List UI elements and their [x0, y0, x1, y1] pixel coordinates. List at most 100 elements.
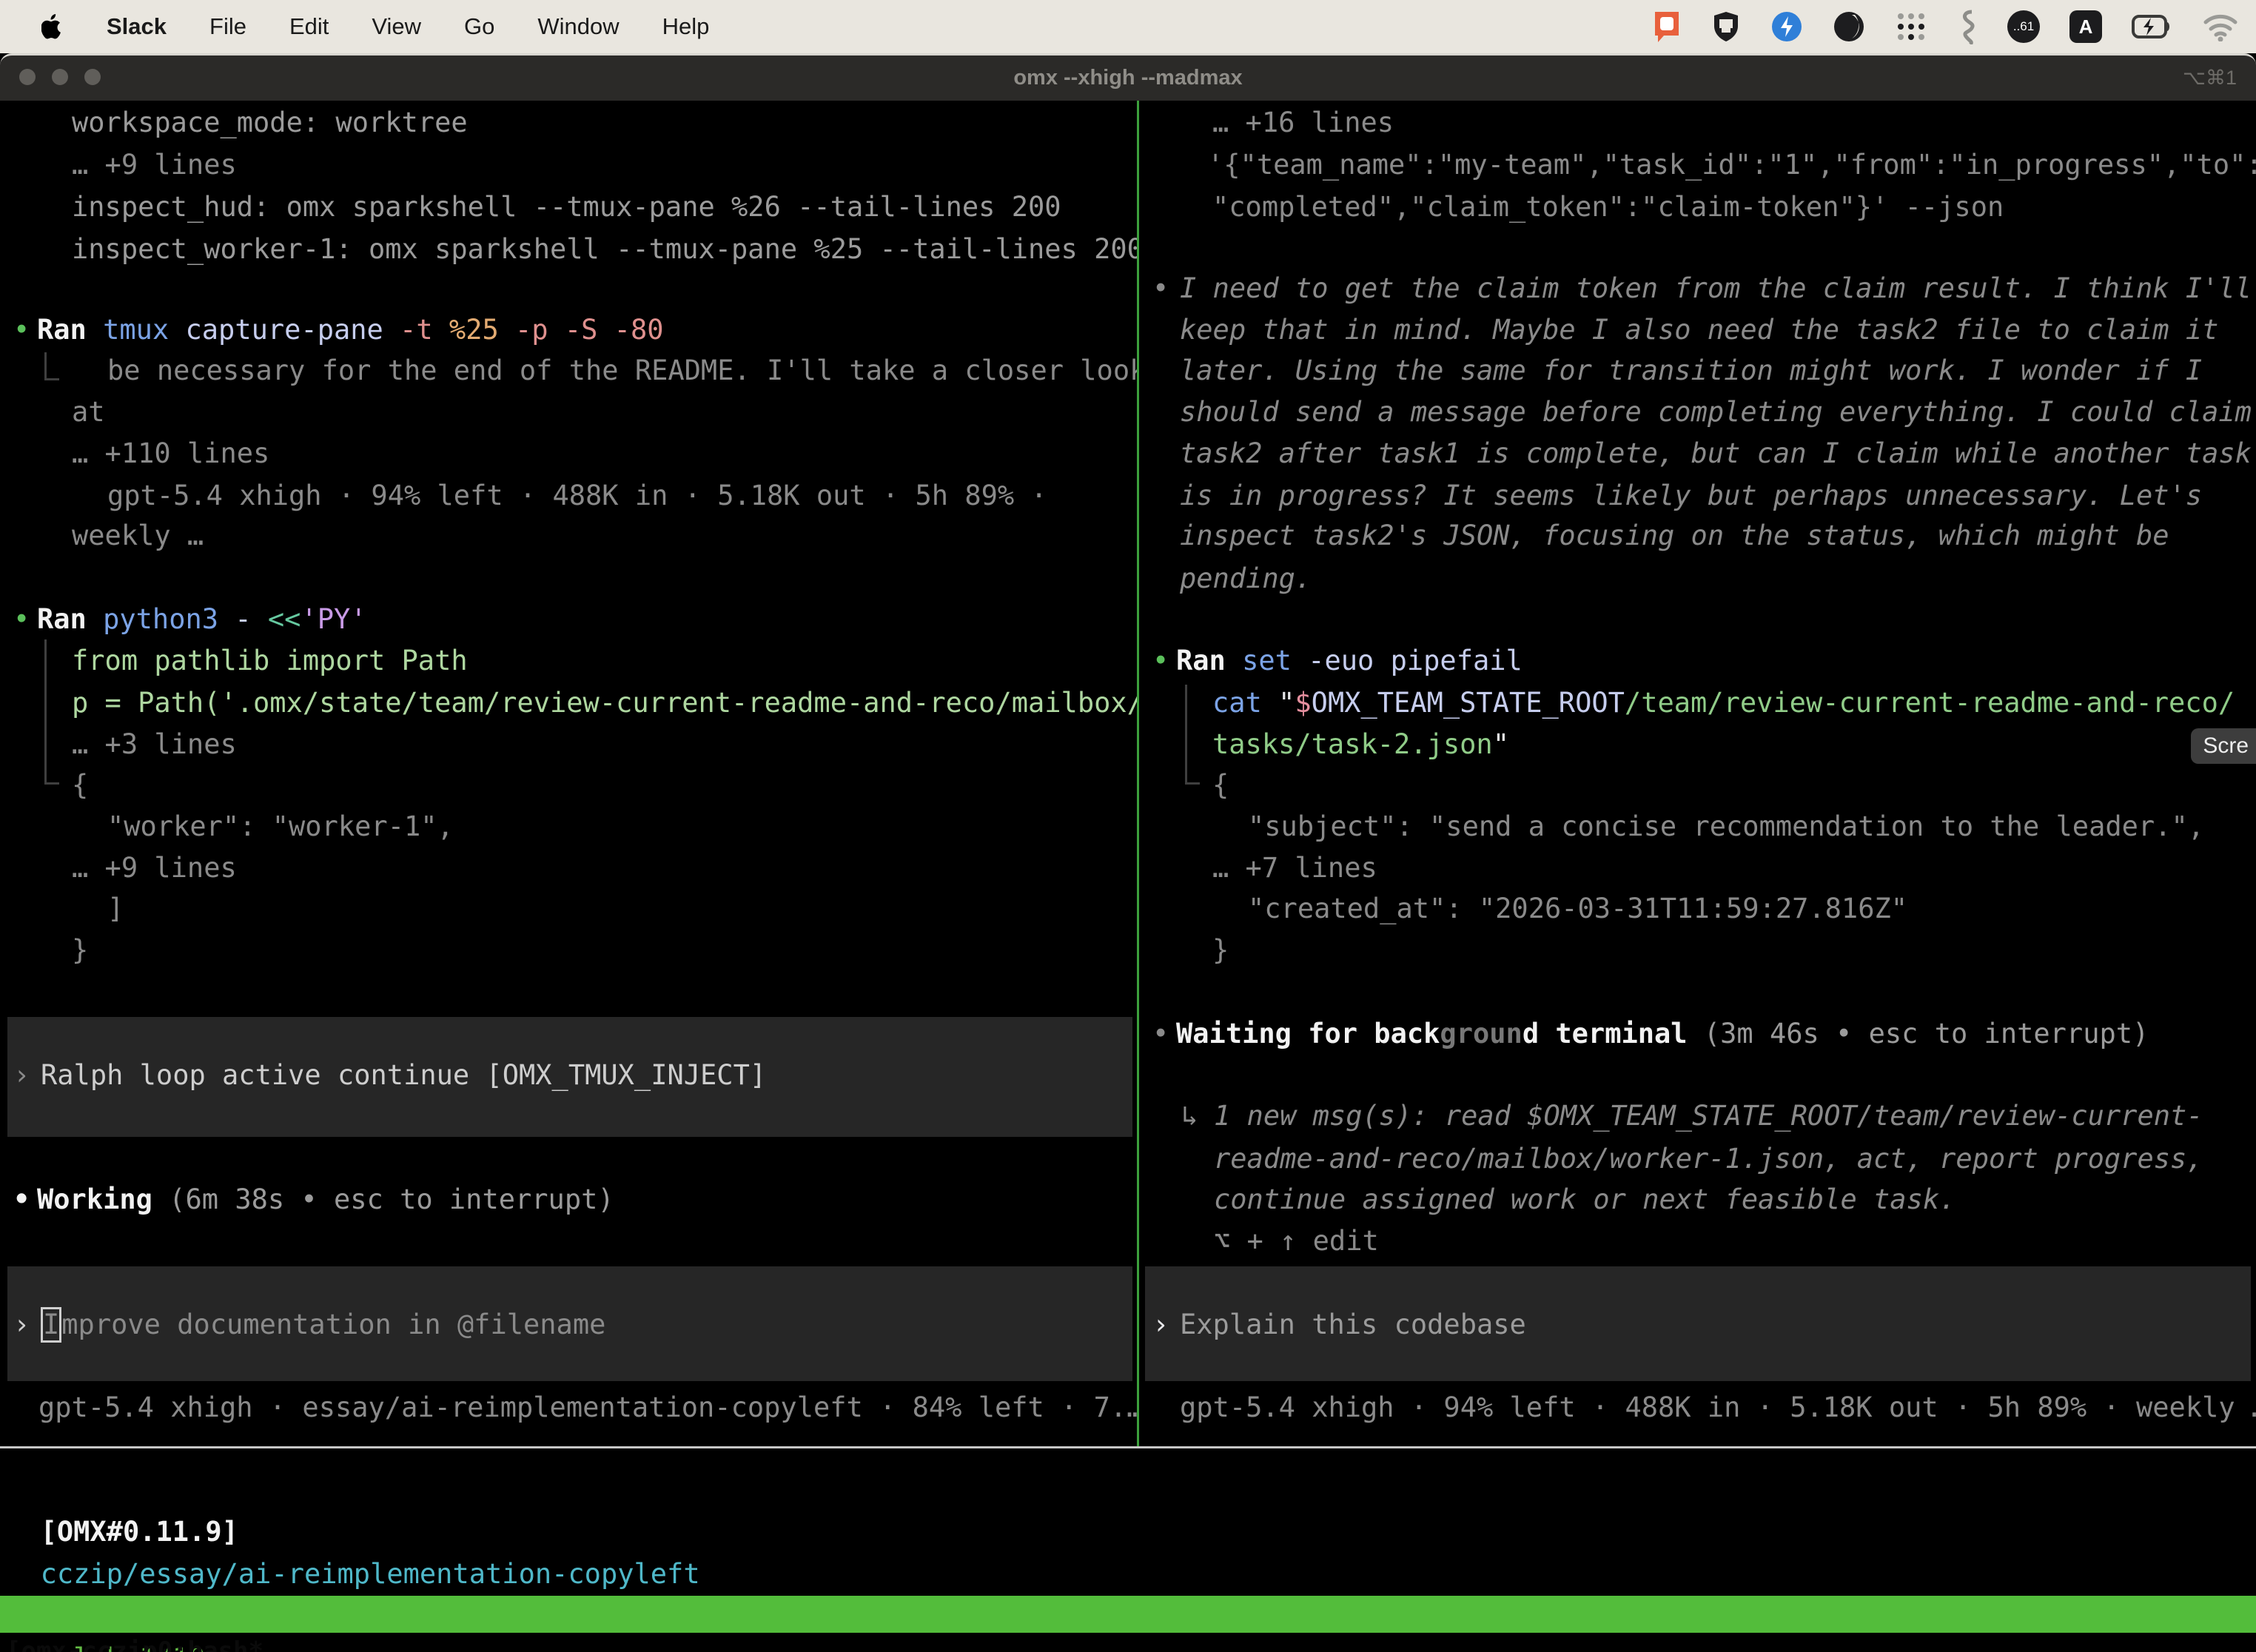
menubar-a-badge[interactable]: A — [2069, 10, 2102, 43]
code-line: from pathlib import Path — [72, 639, 468, 682]
prompt-chevron-icon: › — [13, 1303, 30, 1346]
screen-share-overlay[interactable]: Scre — [2191, 728, 2256, 764]
command-line-set: • Ran set -euo pipefail — [1139, 639, 1523, 682]
menu-app-name[interactable]: Slack — [107, 13, 167, 40]
session-status-line: gpt-5.4 xhigh · essay/ai-reimplementatio… — [38, 1386, 1137, 1428]
terminal-line: "worker": "worker-1", — [107, 805, 454, 847]
terminal: workspace_mode: worktree … +9 lines insp… — [0, 101, 2256, 1652]
prompt-placeholder: mprove documentation in @filename — [61, 1303, 605, 1346]
terminal-line: } — [72, 929, 88, 971]
terminal-line: workspace_mode: worktree — [72, 101, 468, 144]
terminal-line: inspect_worker-1: omx sparkshell --tmux-… — [72, 228, 1137, 270]
prompt-chevron-icon: › — [1152, 1303, 1169, 1346]
terminal-line: … +16 lines — [1212, 101, 1394, 144]
window-title: omx --xhigh --madmax — [0, 56, 2256, 103]
omx-branch: cczip/essay/ai-reimplementation-copyleft — [41, 1558, 700, 1590]
command-line-cat-cont: tasks/task-2.json " — [1212, 723, 1509, 765]
thinking-line: is in progress? It seems likely but perh… — [1180, 474, 2202, 517]
menu-edit[interactable]: Edit — [289, 13, 329, 40]
waiting-label: Waiting for back — [1176, 1013, 1440, 1055]
screen-recording-indicator-icon[interactable] — [1652, 9, 1682, 44]
pane-hud[interactable]: workspace_mode: worktree … +9 lines insp… — [0, 101, 1137, 1448]
dots-grid-icon[interactable] — [1895, 10, 1927, 43]
heredoc-tag: 'PY' — [301, 598, 366, 640]
battery-icon[interactable] — [2132, 10, 2173, 43]
terminal-line: gpt-5.4 xhigh · 94% left · 488K in · 5.1… — [107, 474, 1047, 517]
prompt-input-line[interactable]: › Explain this codebase — [1139, 1303, 1526, 1346]
menu-file[interactable]: File — [209, 13, 246, 40]
env-var-name: OMX_TEAM_STATE_ROOT — [1312, 682, 1625, 724]
output-corner-guide — [44, 352, 59, 380]
run-bullet: • — [13, 598, 30, 640]
thinking-bullet: • — [1152, 267, 1169, 309]
menu-view[interactable]: View — [372, 13, 421, 40]
terminal-line: "completed","claim_token":"claim-token"}… — [1212, 186, 2004, 228]
terminal-line: '{"team_name":"my-team","task_id":"1","f… — [1207, 144, 2256, 186]
menu-go[interactable]: Go — [464, 13, 494, 40]
shield-grid-icon[interactable] — [1711, 10, 1741, 43]
waiting-status-line: • Waiting for back groun d terminal (3m … — [1139, 1013, 2149, 1055]
pane-worker[interactable]: … +16 lines '{"team_name":"my-team","tas… — [1139, 101, 2256, 1448]
terminal-line: { — [1212, 764, 1229, 806]
crescent-circle-icon[interactable] — [1833, 10, 1865, 43]
waiting-label-shimmer: groun — [1440, 1013, 1522, 1055]
command-arg: capture-pane — [186, 309, 400, 351]
terminal-line: … +9 lines — [72, 847, 237, 889]
session-status-line: gpt-5.4 xhigh · 94% left · 488K in · 5.1… — [1180, 1386, 2256, 1428]
tmux-status-bar[interactable]: [omx-cczip0:bash* "MacBook-Pro-44.local"… — [0, 1596, 2256, 1633]
ran-label: Ran — [37, 309, 103, 351]
command-name: set — [1242, 639, 1308, 682]
heredoc-operator: << — [268, 598, 301, 640]
menubar: Slack File Edit View Go Window Help ..61… — [0, 0, 2256, 53]
apple-menu-icon[interactable] — [41, 13, 64, 40]
run-bullet: • — [1152, 639, 1169, 682]
ralph-status-text: Ralph loop active continue [OMX_TMUX_INJ… — [41, 1054, 766, 1096]
terminal-line: … +9 lines — [72, 144, 237, 186]
working-status-line: • Working (6m 38s • esc to interrupt) — [0, 1178, 614, 1220]
thinking-line: later. Using the same for transition mig… — [1180, 349, 2202, 392]
ralph-status-line: › Ralph loop active continue [OMX_TMUX_I… — [0, 1054, 766, 1096]
working-meta: (6m 38s • esc to interrupt) — [152, 1178, 614, 1220]
terminal-line: "created_at": "2026-03-31T11:59:27.816Z" — [1248, 887, 1907, 930]
menu-window[interactable]: Window — [537, 13, 619, 40]
prompt-placeholder: Explain this codebase — [1180, 1303, 1526, 1346]
squiggle-icon[interactable] — [1957, 9, 1978, 44]
terminal-line: … +7 lines — [1212, 847, 1377, 889]
blue-badge-bolt-icon[interactable] — [1770, 10, 1803, 43]
working-bullet: • — [13, 1178, 30, 1220]
mailbox-msg-line: ↳ 1 new msg(s): read $OMX_TEAM_STATE_ROO… — [1139, 1095, 2203, 1137]
terminal-line: { — [72, 764, 88, 806]
command-line-tmux: • Ran tmux capture-pane -t %25 -p -S -80 — [0, 309, 664, 351]
terminal-line: ] — [107, 887, 124, 930]
terminal-line: weekly … — [72, 514, 204, 557]
terminal-line: } — [1212, 929, 1229, 971]
command-line-python: • Ran python3 - << 'PY' — [0, 598, 367, 640]
tmux-session-window[interactable]: [omx-cczip0:bash* — [6, 1633, 263, 1652]
mailbox-msg-line: continue assigned work or next feasible … — [1214, 1178, 1955, 1220]
menubar-count-badge[interactable]: ..61 — [2007, 10, 2040, 43]
menu-help[interactable]: Help — [662, 13, 710, 40]
working-label: Working — [37, 1178, 152, 1220]
env-var-dollar: $ — [1295, 682, 1311, 724]
run-bullet: • — [13, 309, 30, 351]
command-flags: -p -S -80 — [515, 309, 663, 351]
omx-version: [OMX#0.11.9] — [41, 1516, 238, 1548]
file-path: tasks/task-2.json — [1212, 723, 1493, 765]
edit-hint-line: ⌥ + ↑ edit — [1214, 1220, 1379, 1262]
command-pane-id: %25 — [449, 309, 515, 351]
prompt-input-line[interactable]: › Improve documentation in @filename — [0, 1303, 605, 1346]
waiting-bullet: • — [1152, 1013, 1169, 1055]
ran-label: Ran — [1176, 639, 1242, 682]
command-name: python3 — [103, 598, 235, 640]
wifi-icon[interactable] — [2203, 12, 2238, 41]
command-flag: -t — [400, 309, 449, 351]
chevron-icon: › — [13, 1054, 30, 1096]
thinking-line: keep that in mind. Maybe I also need the… — [1180, 309, 2218, 351]
indent-guide — [1185, 685, 1200, 785]
text-cursor: I — [41, 1307, 61, 1343]
waiting-meta: (3m 46s • esc to interrupt) — [1688, 1013, 2149, 1055]
command-line-cat: cat " $ OMX_TEAM_STATE_ROOT /team/review… — [1212, 682, 2235, 724]
mailbox-msg-line: readme-and-reco/mailbox/worker-1.json, a… — [1214, 1138, 2203, 1180]
terminal-line: … +110 lines — [72, 432, 269, 474]
terminal-line: at — [72, 391, 105, 433]
